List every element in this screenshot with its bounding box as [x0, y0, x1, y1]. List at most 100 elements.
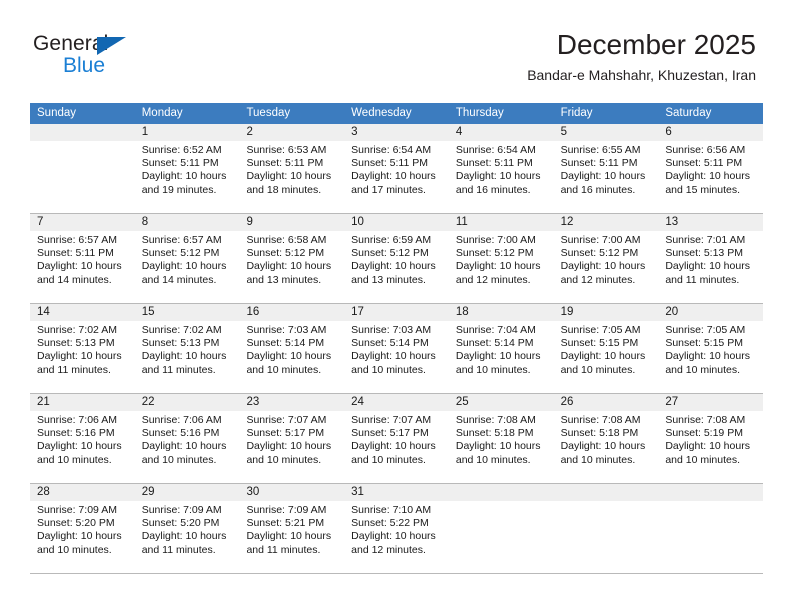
day-cell[interactable]: 25 Sunrise: 7:08 AM Sunset: 5:18 PM Dayl…	[448, 394, 554, 483]
calendar-week-row: 7 Sunrise: 6:57 AM Sunset: 5:11 PM Dayli…	[30, 214, 764, 304]
calendar-week-row: 14 Sunrise: 7:02 AM Sunset: 5:13 PM Dayl…	[30, 304, 764, 394]
calendar-grid: Sunday Monday Tuesday Wednesday Thursday…	[30, 103, 764, 574]
sunrise-text: Sunrise: 7:09 AM	[37, 504, 117, 516]
sunset-text: Sunset: 5:14 PM	[246, 337, 325, 350]
day-details: Sunrise: 6:57 AM Sunset: 5:12 PM Dayligh…	[135, 231, 240, 287]
weekday-header-wednesday: Wednesday	[351, 107, 412, 119]
day-details: Sunrise: 7:07 AM Sunset: 5:17 PM Dayligh…	[344, 411, 449, 467]
daylight-text-line1: Daylight: 10 hours	[141, 350, 227, 363]
daylight-text-line2: and 10 minutes.	[665, 453, 741, 466]
day-cell[interactable]: 12 Sunrise: 7:00 AM Sunset: 5:12 PM Dayl…	[553, 214, 659, 303]
day-cell[interactable]: 18 Sunrise: 7:04 AM Sunset: 5:14 PM Dayl…	[448, 304, 554, 393]
daylight-text-line2: and 10 minutes.	[351, 363, 426, 376]
day-number: 27	[658, 394, 764, 411]
day-details: Sunrise: 7:08 AM Sunset: 5:19 PM Dayligh…	[658, 411, 763, 467]
sunset-text: Sunset: 5:13 PM	[665, 247, 743, 260]
day-details: Sunrise: 7:02 AM Sunset: 5:13 PM Dayligh…	[135, 321, 240, 377]
sunrise-text: Sunrise: 7:00 AM	[455, 234, 536, 246]
day-number: 12	[553, 214, 659, 231]
sunrise-text: Sunrise: 6:54 AM	[455, 144, 536, 156]
day-number: 16	[239, 304, 345, 321]
daylight-text-line2: and 14 minutes.	[37, 273, 112, 286]
sunrise-text: Sunrise: 7:02 AM	[141, 324, 222, 336]
page-header: General Blue December 2025 Bandar-e Mahs…	[0, 0, 792, 100]
day-details: Sunrise: 7:06 AM Sunset: 5:16 PM Dayligh…	[135, 411, 240, 467]
sunset-text: Sunset: 5:21 PM	[246, 517, 325, 530]
day-cell[interactable]: 17 Sunrise: 7:03 AM Sunset: 5:14 PM Dayl…	[344, 304, 449, 393]
day-cell[interactable]: 11 Sunrise: 7:00 AM Sunset: 5:12 PM Dayl…	[448, 214, 554, 303]
daylight-text-line2: and 11 minutes.	[141, 363, 216, 376]
sunrise-text: Sunrise: 6:52 AM	[141, 144, 222, 156]
day-cell[interactable]: 2 Sunrise: 6:53 AM Sunset: 5:11 PM Dayli…	[239, 124, 345, 213]
day-details: Sunrise: 6:53 AM Sunset: 5:11 PM Dayligh…	[239, 141, 344, 197]
day-cell[interactable]: 5 Sunrise: 6:55 AM Sunset: 5:11 PM Dayli…	[553, 124, 659, 213]
day-cell[interactable]: 28 Sunrise: 7:09 AM Sunset: 5:20 PM Dayl…	[30, 484, 135, 573]
day-cell[interactable]: 21 Sunrise: 7:06 AM Sunset: 5:16 PM Dayl…	[30, 394, 135, 483]
sunset-text: Sunset: 5:12 PM	[246, 247, 325, 260]
daylight-text-line1: Daylight: 10 hours	[246, 530, 332, 543]
sunrise-text: Sunrise: 7:10 AM	[351, 504, 432, 516]
day-cell[interactable]: 6 Sunrise: 6:56 AM Sunset: 5:11 PM Dayli…	[658, 124, 764, 213]
day-number: 11	[448, 214, 554, 231]
sunrise-text: Sunrise: 7:08 AM	[455, 414, 536, 426]
day-cell[interactable]: 14 Sunrise: 7:02 AM Sunset: 5:13 PM Dayl…	[30, 304, 135, 393]
logo-triangle-icon	[97, 37, 126, 55]
day-details: Sunrise: 6:52 AM Sunset: 5:11 PM Dayligh…	[135, 141, 240, 197]
day-cell[interactable]: 13 Sunrise: 7:01 AM Sunset: 5:13 PM Dayl…	[658, 214, 764, 303]
daylight-text-line1: Daylight: 10 hours	[455, 350, 541, 363]
daylight-text-line1: Daylight: 10 hours	[351, 260, 436, 273]
day-cell[interactable]: 19 Sunrise: 7:05 AM Sunset: 5:15 PM Dayl…	[553, 304, 659, 393]
daylight-text-line2: and 10 minutes.	[37, 453, 112, 466]
sunrise-text: Sunrise: 7:03 AM	[351, 324, 432, 336]
daylight-text-line1: Daylight: 10 hours	[246, 170, 332, 183]
day-cell[interactable]: 27 Sunrise: 7:08 AM Sunset: 5:19 PM Dayl…	[658, 394, 764, 483]
day-cell[interactable]: 26 Sunrise: 7:08 AM Sunset: 5:18 PM Dayl…	[553, 394, 659, 483]
day-cell[interactable]: 30 Sunrise: 7:09 AM Sunset: 5:21 PM Dayl…	[239, 484, 345, 573]
day-cell	[553, 484, 659, 573]
day-cell[interactable]: 15 Sunrise: 7:02 AM Sunset: 5:13 PM Dayl…	[134, 304, 240, 393]
day-cell[interactable]: 29 Sunrise: 7:09 AM Sunset: 5:20 PM Dayl…	[134, 484, 240, 573]
sunset-text: Sunset: 5:12 PM	[560, 247, 639, 260]
day-cell[interactable]: 20 Sunrise: 7:05 AM Sunset: 5:15 PM Dayl…	[658, 304, 764, 393]
day-cell[interactable]: 1 Sunrise: 6:52 AM Sunset: 5:11 PM Dayli…	[134, 124, 240, 213]
day-cell[interactable]: 3 Sunrise: 6:54 AM Sunset: 5:11 PM Dayli…	[344, 124, 449, 213]
day-number: 29	[134, 484, 240, 501]
day-number: 9	[239, 214, 345, 231]
daylight-text-line2: and 10 minutes.	[455, 363, 531, 376]
day-cell[interactable]: 8 Sunrise: 6:57 AM Sunset: 5:12 PM Dayli…	[134, 214, 240, 303]
calendar-week-row: 1 Sunrise: 6:52 AM Sunset: 5:11 PM Dayli…	[30, 124, 764, 214]
sunset-text: Sunset: 5:11 PM	[560, 157, 638, 170]
daylight-text-line2: and 10 minutes.	[351, 453, 426, 466]
day-details: Sunrise: 7:10 AM Sunset: 5:22 PM Dayligh…	[344, 501, 449, 557]
day-details: Sunrise: 7:03 AM Sunset: 5:14 PM Dayligh…	[344, 321, 449, 377]
day-details: Sunrise: 6:54 AM Sunset: 5:11 PM Dayligh…	[449, 141, 554, 197]
daylight-text-line1: Daylight: 10 hours	[351, 530, 436, 543]
sunset-text: Sunset: 5:17 PM	[351, 427, 429, 440]
day-cell[interactable]: 23 Sunrise: 7:07 AM Sunset: 5:17 PM Dayl…	[239, 394, 345, 483]
daylight-text-line1: Daylight: 10 hours	[665, 170, 750, 183]
day-cell[interactable]: 7 Sunrise: 6:57 AM Sunset: 5:11 PM Dayli…	[30, 214, 135, 303]
daylight-text-line2: and 12 minutes.	[455, 273, 531, 286]
day-cell[interactable]: 31 Sunrise: 7:10 AM Sunset: 5:22 PM Dayl…	[344, 484, 449, 573]
daylight-text-line1: Daylight: 10 hours	[246, 440, 332, 453]
daylight-text-line2: and 16 minutes.	[455, 183, 531, 196]
general-blue-logo[interactable]: General Blue	[33, 33, 163, 81]
daylight-text-line2: and 12 minutes.	[351, 543, 426, 556]
day-details: Sunrise: 7:01 AM Sunset: 5:13 PM Dayligh…	[658, 231, 763, 287]
day-number: 19	[553, 304, 659, 321]
day-cell[interactable]: 9 Sunrise: 6:58 AM Sunset: 5:12 PM Dayli…	[239, 214, 345, 303]
day-cell[interactable]: 10 Sunrise: 6:59 AM Sunset: 5:12 PM Dayl…	[344, 214, 449, 303]
day-details: Sunrise: 6:58 AM Sunset: 5:12 PM Dayligh…	[239, 231, 344, 287]
day-number: 4	[448, 124, 554, 141]
sunset-text: Sunset: 5:15 PM	[560, 337, 639, 350]
daylight-text-line1: Daylight: 10 hours	[246, 350, 332, 363]
daylight-text-line1: Daylight: 10 hours	[455, 260, 541, 273]
daylight-text-line2: and 13 minutes.	[246, 273, 322, 286]
day-cell[interactable]: 4 Sunrise: 6:54 AM Sunset: 5:11 PM Dayli…	[448, 124, 554, 213]
sunrise-text: Sunrise: 6:59 AM	[351, 234, 432, 246]
day-cell[interactable]: 16 Sunrise: 7:03 AM Sunset: 5:14 PM Dayl…	[239, 304, 345, 393]
day-cell[interactable]: 22 Sunrise: 7:06 AM Sunset: 5:16 PM Dayl…	[134, 394, 240, 483]
daylight-text-line1: Daylight: 10 hours	[141, 440, 227, 453]
day-cell[interactable]: 24 Sunrise: 7:07 AM Sunset: 5:17 PM Dayl…	[344, 394, 449, 483]
sunrise-text: Sunrise: 7:03 AM	[246, 324, 327, 336]
